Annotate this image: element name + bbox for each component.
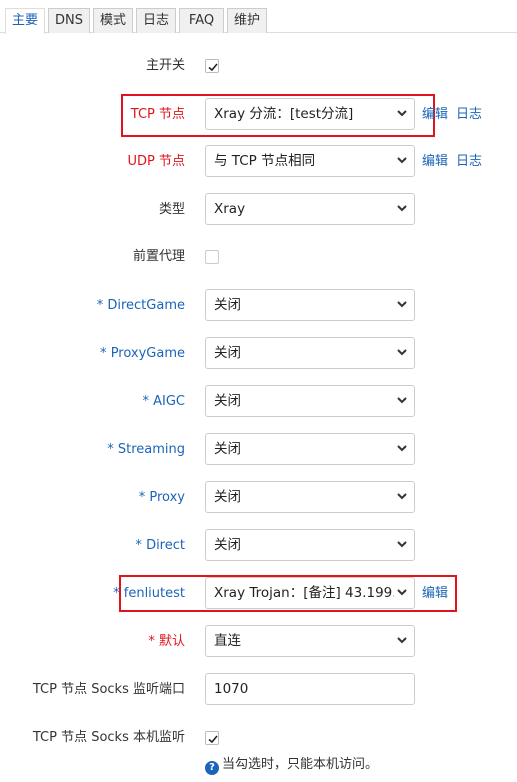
chevron-down-icon: [397, 110, 407, 117]
main-switch-checkbox[interactable]: [205, 59, 219, 73]
row-directgame: * DirectGame 关闭: [0, 289, 517, 323]
tab-bar: 主要 DNS 模式 日志 FAQ 维护: [0, 0, 517, 34]
proxygame-select[interactable]: 关闭: [205, 337, 415, 369]
row-socks-port: TCP 节点 Socks 监听端口 1070: [0, 673, 517, 707]
row-pre-proxy: 前置代理: [0, 240, 517, 274]
socks-local-checkbox[interactable]: [205, 731, 219, 745]
row-aigc: * AIGC 关闭: [0, 385, 517, 419]
directgame-select-value: 关闭: [214, 297, 241, 313]
chevron-down-icon: [397, 493, 407, 500]
pre-proxy-checkbox[interactable]: [205, 250, 219, 264]
aigc-select-value: 关闭: [214, 393, 241, 409]
tab-maintenance[interactable]: 维护: [227, 8, 267, 33]
tcp-node-select-value: Xray 分流：[test分流]: [214, 106, 354, 122]
chevron-down-icon: [397, 157, 407, 164]
tcp-node-label: TCP 节点: [130, 107, 185, 122]
fenliutest-select-value: Xray Trojan：[备注] 43.199.249: [214, 585, 394, 601]
tab-main[interactable]: 主要: [5, 8, 45, 34]
row-type: 类型 Xray: [0, 193, 517, 227]
udp-node-label: UDP 节点: [127, 154, 186, 169]
proxy-select[interactable]: 关闭: [205, 481, 415, 513]
row-proxygame: * ProxyGame 关闭: [0, 337, 517, 371]
fenliutest-label: * fenliutest: [113, 586, 185, 601]
tab-faq[interactable]: FAQ: [179, 8, 224, 33]
aigc-label: * AIGC: [142, 394, 185, 409]
row-streaming: * Streaming 关闭: [0, 433, 517, 467]
chevron-down-icon: [397, 301, 407, 308]
tcp-node-select[interactable]: Xray 分流：[test分流]: [205, 98, 415, 130]
direct-select-value: 关闭: [214, 537, 241, 553]
proxy-label: * Proxy: [138, 490, 185, 505]
chevron-down-icon: [397, 349, 407, 356]
socks-port-label: TCP 节点 Socks 监听端口: [32, 682, 185, 697]
default-label: * 默认: [148, 634, 185, 649]
pre-proxy-label: 前置代理: [132, 249, 185, 264]
direct-label: * Direct: [135, 538, 185, 553]
directgame-label: * DirectGame: [96, 298, 185, 313]
fenliutest-edit-link[interactable]: 编辑: [422, 577, 448, 611]
chevron-down-icon: [397, 397, 407, 404]
directgame-select[interactable]: 关闭: [205, 289, 415, 321]
tcp-node-edit-link[interactable]: 编辑: [422, 98, 448, 132]
row-fenliutest: * fenliutest Xray Trojan：[备注] 43.199.249…: [0, 577, 517, 611]
proxy-select-value: 关闭: [214, 489, 241, 505]
tab-log[interactable]: 日志: [136, 8, 176, 33]
main-switch-label: 主开关: [145, 58, 185, 73]
row-direct: * Direct 关闭: [0, 529, 517, 563]
chevron-down-icon: [397, 205, 407, 212]
row-main-switch: 主开关: [0, 49, 517, 83]
udp-node-log-link[interactable]: 日志: [456, 145, 482, 179]
row-socks-local: TCP 节点 Socks 本机监听: [0, 721, 517, 755]
type-select-value: Xray: [214, 201, 246, 217]
socks-local-hint: ? 当勾选时，只能本机访问。: [205, 756, 379, 775]
aigc-select[interactable]: 关闭: [205, 385, 415, 417]
tab-mode[interactable]: 模式: [93, 8, 133, 33]
checkmark-icon: [208, 63, 218, 72]
streaming-label: * Streaming: [107, 442, 185, 457]
chevron-down-icon: [397, 589, 407, 596]
tab-dns[interactable]: DNS: [48, 8, 90, 33]
proxygame-label: * ProxyGame: [100, 346, 185, 361]
default-select[interactable]: 直连: [205, 625, 415, 657]
fenliutest-select[interactable]: Xray Trojan：[备注] 43.199.249: [205, 577, 415, 609]
default-select-value: 直连: [214, 633, 241, 649]
row-proxy: * Proxy 关闭: [0, 481, 517, 515]
row-tcp-node: TCP 节点 Xray 分流：[test分流] 编辑 日志: [0, 98, 517, 132]
socks-local-hint-text: 当勾选时，只能本机访问。: [222, 757, 379, 772]
udp-node-select-value: 与 TCP 节点相同: [214, 153, 316, 169]
streaming-select-value: 关闭: [214, 441, 241, 457]
type-select[interactable]: Xray: [205, 193, 415, 225]
tcp-node-log-link[interactable]: 日志: [456, 98, 482, 132]
socks-port-input[interactable]: 1070: [205, 673, 415, 705]
udp-node-select[interactable]: 与 TCP 节点相同: [205, 145, 415, 177]
streaming-select[interactable]: 关闭: [205, 433, 415, 465]
help-icon: ?: [205, 761, 219, 775]
row-udp-node: UDP 节点 与 TCP 节点相同 编辑 日志: [0, 145, 517, 179]
chevron-down-icon: [397, 541, 407, 548]
type-label: 类型: [158, 202, 185, 217]
chevron-down-icon: [397, 637, 407, 644]
udp-node-edit-link[interactable]: 编辑: [422, 145, 448, 179]
direct-select[interactable]: 关闭: [205, 529, 415, 561]
proxygame-select-value: 关闭: [214, 345, 241, 361]
row-default: * 默认 直连: [0, 625, 517, 659]
socks-local-label: TCP 节点 Socks 本机监听: [32, 730, 185, 745]
chevron-down-icon: [397, 445, 407, 452]
checkmark-icon: [208, 735, 218, 744]
